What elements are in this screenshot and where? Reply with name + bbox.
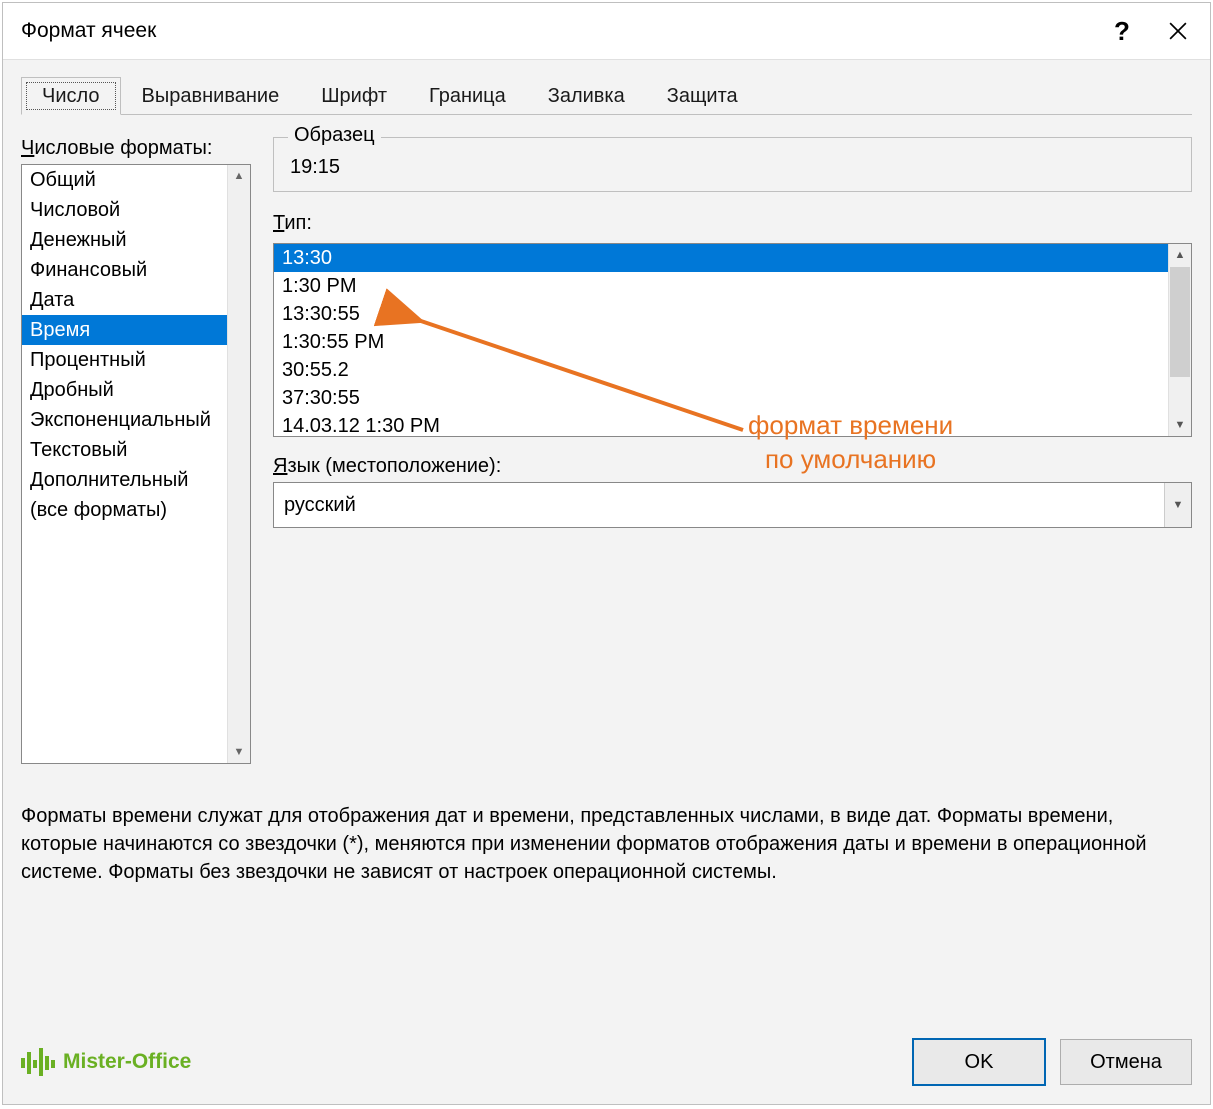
type-item[interactable]: 30:55.2 [274, 356, 1168, 384]
chevron-down-icon[interactable]: ▼ [1164, 483, 1191, 527]
sample-value: 19:15 [286, 156, 1179, 179]
type-item[interactable]: 1:30:55 PM [274, 328, 1168, 356]
tab-border[interactable]: Граница [408, 77, 527, 115]
brand-icon [21, 1048, 55, 1076]
tab-alignment[interactable]: Выравнивание [121, 77, 301, 115]
scroll-down-icon[interactable]: ▼ [228, 741, 250, 763]
scrollbar-thumb[interactable] [1170, 267, 1190, 377]
format-cells-dialog: Формат ячеек ? Число Выравнивание Шрифт … [2, 2, 1211, 1105]
category-item[interactable]: Время [22, 315, 227, 345]
content-area: Число Выравнивание Шрифт Граница Заливка… [3, 59, 1210, 1104]
type-scrollbar[interactable]: ▲ ▼ [1168, 244, 1191, 436]
locale-value: русский [274, 494, 1164, 517]
close-button[interactable] [1150, 11, 1206, 51]
type-label: Тип: [273, 212, 1192, 235]
format-description: Форматы времени служат для отображения д… [21, 802, 1192, 886]
sample-groupbox: Образец 19:15 [273, 137, 1192, 192]
tab-number[interactable]: Число [21, 77, 121, 115]
locale-label: Язык (местоположение): [273, 455, 1192, 478]
scroll-up-icon[interactable]: ▲ [1169, 244, 1191, 266]
help-button[interactable]: ? [1094, 11, 1150, 51]
type-item[interactable]: 1:30 PM [274, 272, 1168, 300]
titlebar: Формат ячеек ? [3, 3, 1210, 59]
category-item[interactable]: Дробный [22, 375, 227, 405]
tabstrip: Число Выравнивание Шрифт Граница Заливка… [21, 74, 1192, 115]
type-item[interactable]: 37:30:55 [274, 384, 1168, 412]
category-item[interactable]: Текстовый [22, 435, 227, 465]
type-item[interactable]: 13:30:55 [274, 300, 1168, 328]
brand-text: Mister-Office [63, 1050, 191, 1074]
type-listbox[interactable]: 13:301:30 PM13:30:551:30:55 PM30:55.237:… [273, 243, 1192, 437]
ok-button[interactable]: OK [912, 1038, 1046, 1086]
category-item[interactable]: Дата [22, 285, 227, 315]
tab-font[interactable]: Шрифт [300, 77, 408, 115]
locale-dropdown[interactable]: русский ▼ [273, 482, 1192, 528]
scroll-up-icon[interactable]: ▲ [228, 165, 250, 187]
brand-watermark: Mister-Office [21, 1048, 191, 1076]
type-item[interactable]: 13:30 [274, 244, 1168, 272]
category-item[interactable]: Денежный [22, 225, 227, 255]
dialog-title: Формат ячеек [21, 19, 1094, 43]
category-listbox[interactable]: ОбщийЧисловойДенежныйФинансовыйДатаВремя… [21, 164, 251, 764]
tab-fill[interactable]: Заливка [527, 77, 646, 115]
category-scrollbar[interactable]: ▲ ▼ [227, 165, 250, 763]
sample-legend: Образец [288, 124, 381, 147]
category-item[interactable]: Финансовый [22, 255, 227, 285]
tab-protection[interactable]: Защита [646, 77, 759, 115]
category-item[interactable]: Числовой [22, 195, 227, 225]
category-item[interactable]: Общий [22, 165, 227, 195]
close-icon [1169, 22, 1187, 40]
category-item[interactable]: Экспоненциальный [22, 405, 227, 435]
type-item[interactable]: 14.03.12 1:30 PM [274, 412, 1168, 436]
category-label: Числовые форматы: [21, 137, 251, 160]
category-item[interactable]: (все форматы) [22, 495, 227, 525]
category-item[interactable]: Дополнительный [22, 465, 227, 495]
cancel-button[interactable]: Отмена [1060, 1039, 1192, 1085]
scroll-down-icon[interactable]: ▼ [1169, 414, 1191, 436]
footer: Mister-Office OK Отмена [21, 1012, 1192, 1086]
category-item[interactable]: Процентный [22, 345, 227, 375]
